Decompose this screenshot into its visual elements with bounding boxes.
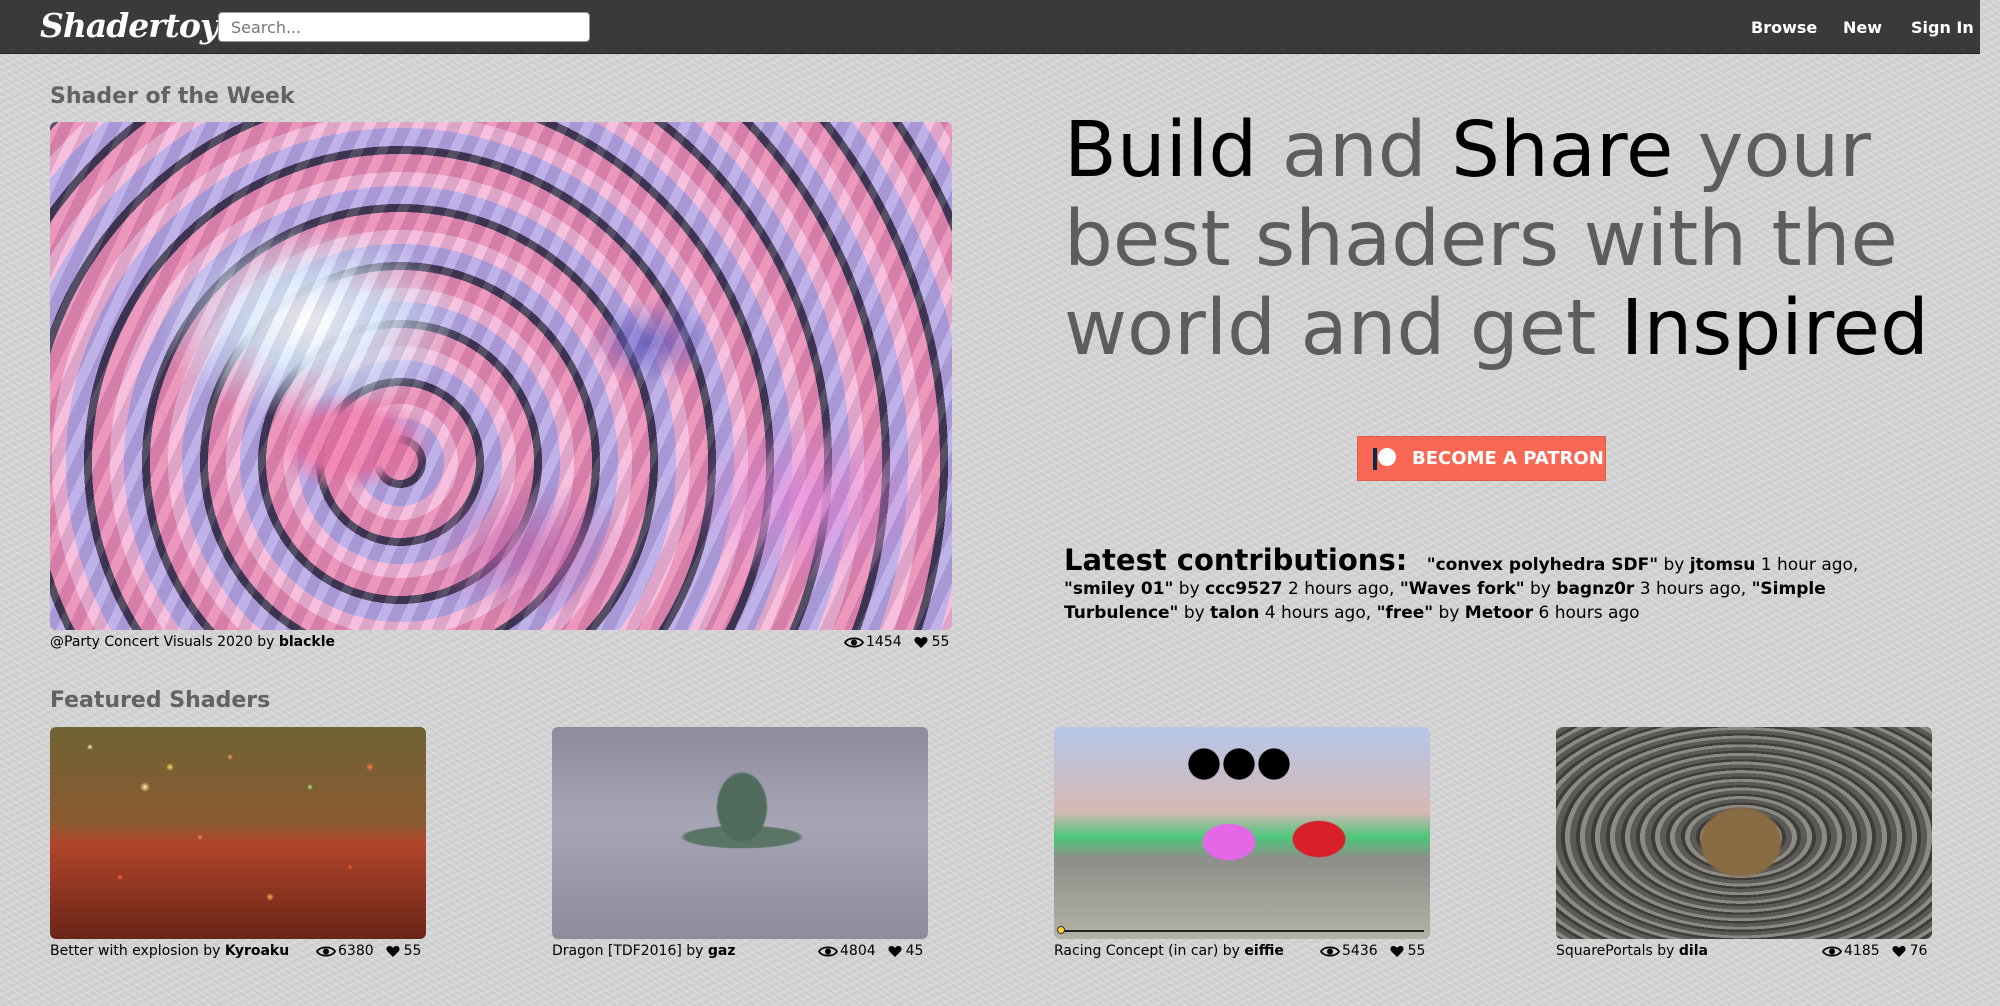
featured-caption: Better with explosion by Kyroaku [50,943,289,959]
hero-word-inspired: Inspired [1620,284,1929,373]
featured-shader-author[interactable]: gaz [708,943,736,959]
featured-caption: Racing Concept (in car) by eiffie [1054,943,1284,959]
latest-contributions: Latest contributions: "convex polyhedra … [1064,543,1859,624]
eye-icon [844,636,864,648]
timeline-knob[interactable] [1057,926,1065,934]
latest-item-name[interactable]: "Waves fork" [1400,579,1525,599]
like-count: 76 [1909,943,1928,959]
hero-word-and: and [1257,106,1452,195]
latest-item-time: 1 hour ago [1760,555,1853,575]
patreon-icon [1372,446,1398,472]
featured-caption: SquarePortals by dila [1556,943,1708,959]
featured-shader-thumbnail[interactable] [1054,727,1430,939]
view-count: 4804 [840,943,876,959]
latest-item-author[interactable]: jtomsu [1690,555,1756,575]
nav-new-link[interactable]: New [1843,18,1882,37]
by-label: by [686,943,704,959]
hero-word-build: Build [1064,106,1258,195]
latest-item-author[interactable]: bagnz0r [1556,579,1634,599]
view-count: 5436 [1342,943,1378,959]
hero-word-share: Share [1451,106,1674,195]
shader-of-week-caption: @Party Concert Visuals 2020 by blackle [50,634,335,650]
latest-title: Latest contributions: [1064,543,1408,577]
heart-icon [1892,945,1906,958]
by-label: by [1222,943,1240,959]
latest-item-name[interactable]: "smiley 01" [1064,579,1173,599]
latest-item-author[interactable]: ccc9527 [1205,579,1283,599]
by-label: by [203,943,221,959]
featured-shader-author[interactable]: eiffie [1244,943,1283,959]
heart-icon [914,636,928,649]
featured-shader-thumbnail[interactable] [552,727,928,939]
featured-stats: 4185 76 [1822,943,1927,959]
view-count: 4185 [1844,943,1880,959]
featured-shader-thumbnail[interactable] [1556,727,1932,939]
like-count: 45 [905,943,924,959]
latest-item-author[interactable]: talon [1210,603,1259,623]
latest-item-name[interactable]: "free" [1377,603,1434,623]
hero-headline: Build and Share your best shaders with t… [1064,106,1944,373]
heart-icon [386,945,400,958]
featured-shader-thumbnail[interactable] [50,727,426,939]
latest-item-time: 2 hours ago [1288,579,1390,599]
shader-author[interactable]: blackle [279,634,335,650]
featured-shaders-title: Featured Shaders [50,688,271,713]
featured-shader-name[interactable]: SquarePortals [1556,943,1653,959]
heart-icon [888,945,902,958]
eye-icon [316,945,336,957]
nav-sign-in-link[interactable]: Sign In [1911,18,1974,37]
search-input[interactable] [218,12,590,42]
like-count: 55 [1407,943,1426,959]
featured-stats: 6380 55 [316,943,421,959]
latest-item-author[interactable]: Metoor [1465,603,1533,623]
latest-item-name[interactable]: "convex polyhedra SDF" [1427,555,1658,575]
shader-of-week-title: Shader of the Week [50,84,295,109]
by-label: by [1657,943,1675,959]
like-count: 55 [403,943,422,959]
shader-name[interactable]: @Party Concert Visuals 2020 [50,634,253,650]
view-count: 1454 [866,634,902,650]
featured-caption: Dragon [TDF2016] by gaz [552,943,736,959]
featured-stats: 4804 45 [818,943,923,959]
site-logo[interactable]: Shadertoy [40,6,219,45]
featured-shader-author[interactable]: Kyroaku [225,943,289,959]
latest-item-time: 6 hours ago [1538,603,1640,623]
featured-shader-name[interactable]: Racing Concept (in car) [1054,943,1218,959]
heart-icon [1390,945,1404,958]
nav-browse-link[interactable]: Browse [1751,18,1817,37]
view-count: 6380 [338,943,374,959]
featured-shader-author[interactable]: dila [1679,943,1708,959]
latest-item-time: 3 hours ago [1639,579,1741,599]
become-patron-label: BECOME A PATRON [1412,448,1604,469]
eye-icon [1822,945,1842,957]
latest-item-time: 4 hours ago [1264,603,1366,623]
featured-stats: 5436 55 [1320,943,1425,959]
featured-shader-name[interactable]: Dragon [TDF2016] [552,943,682,959]
featured-shader-name[interactable]: Better with explosion [50,943,199,959]
eye-icon [818,945,838,957]
top-bar: Shadertoy Browse New Sign In [0,0,1980,54]
like-count: 55 [931,634,950,650]
eye-icon [1320,945,1340,957]
shader-of-week-stats: 1454 55 [844,634,949,650]
by-label: by [257,634,275,650]
timeline-track [1058,930,1424,932]
become-patron-button[interactable]: BECOME A PATRON [1357,436,1606,481]
shader-of-week-preview[interactable] [50,122,952,630]
